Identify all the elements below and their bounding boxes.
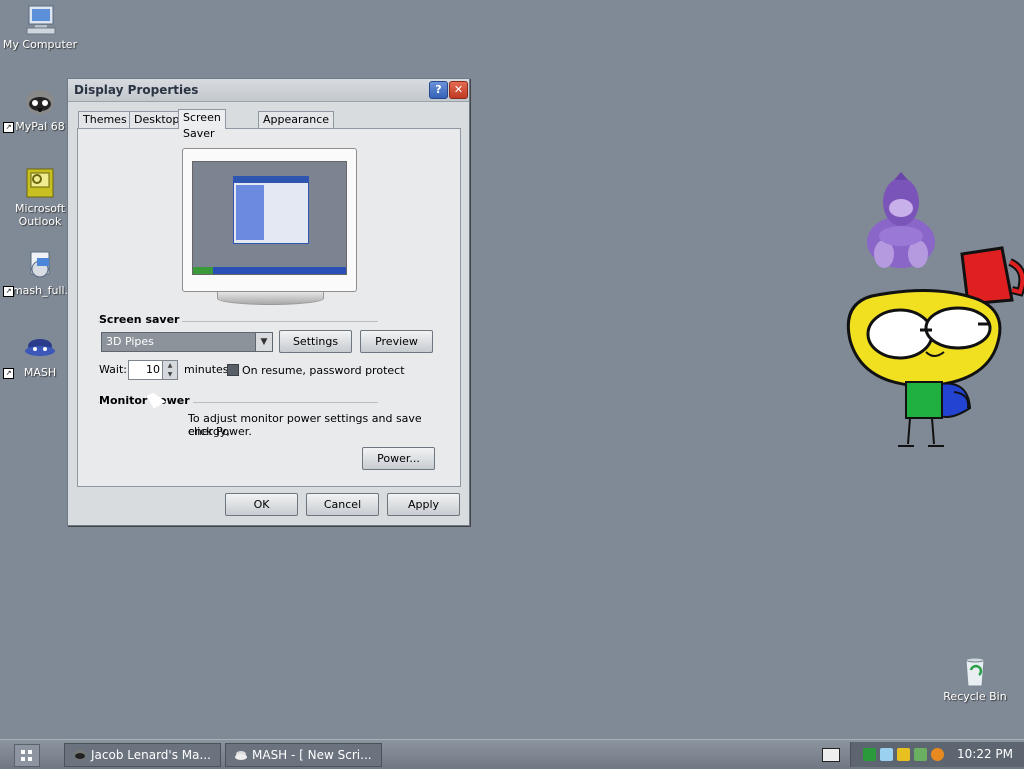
chevron-down-icon[interactable]: ▼ [255, 333, 272, 351]
keyboard-icon[interactable] [822, 748, 840, 762]
monitor-preview [182, 148, 357, 305]
wait-minutes-stepper[interactable]: 10 ▲ ▼ [128, 360, 178, 380]
tab-appearance[interactable]: Appearance [258, 111, 335, 128]
taskbar-item-label: Jacob Lenard's Ma... [91, 748, 211, 762]
desktop-icon-my-computer[interactable]: My Computer [1, 4, 79, 51]
screen-saver-selected-value: 3D Pipes [106, 335, 154, 348]
tray-update-icon[interactable] [914, 748, 927, 761]
monitor-power-description: click Power. [188, 425, 252, 438]
power-button[interactable]: Power... [362, 447, 435, 470]
wait-minutes-value: 10 [146, 363, 160, 376]
shortcut-arrow-icon: ↗ [3, 368, 14, 379]
wait-label: Wait: [99, 363, 127, 376]
display-properties-window: Display Properties ? ✕ Themes Desktop Sc… [67, 78, 470, 526]
help-button[interactable]: ? [429, 81, 448, 99]
installer-icon [30, 251, 50, 278]
taskbar: Jacob Lenard's Ma... MASH - [ New Scri..… [0, 739, 1024, 769]
mypal-raccoon-icon [74, 750, 86, 760]
minutes-label: minutes [184, 363, 229, 376]
cancel-button[interactable]: Cancel [306, 493, 379, 516]
preview-start-button [193, 267, 213, 274]
stepper-arrows-icon[interactable]: ▲ ▼ [162, 361, 177, 379]
outlook-icon [26, 168, 54, 198]
window-title: Display Properties [74, 83, 199, 97]
preview-button[interactable]: Preview [360, 330, 433, 353]
preview-taskbar [193, 267, 346, 274]
tray-app-icon[interactable] [863, 748, 876, 761]
taskbar-item-label: MASH - [ New Scri... [252, 748, 372, 762]
password-protect-label: On resume, password protect [242, 364, 405, 377]
recycle-bin-icon [965, 657, 985, 687]
tab-desktop[interactable]: Desktop [129, 111, 185, 128]
tab-screen-saver[interactable]: Screen Saver [178, 109, 226, 140]
system-tray: 10:22 PM [850, 742, 1024, 767]
shortcut-arrow-icon: ↗ [3, 122, 14, 133]
taskbar-item-mash[interactable]: MASH - [ New Scri... [225, 743, 382, 767]
computer-icon [26, 5, 56, 35]
password-protect-checkbox[interactable] [227, 364, 239, 376]
desktop-icon-label: My Computer [2, 38, 78, 51]
shield-icon[interactable] [897, 748, 910, 761]
mash-icon [235, 751, 247, 760]
preview-window-thumbnail [233, 176, 309, 244]
search-icon[interactable] [931, 748, 944, 761]
start-grid-icon [21, 750, 32, 761]
mash-icon [25, 339, 55, 356]
monitor-screen [192, 161, 347, 275]
screen-saver-select[interactable]: 3D Pipes ▼ [101, 332, 273, 352]
title-bar[interactable]: Display Properties ? ✕ [68, 79, 469, 102]
ok-button[interactable]: OK [225, 493, 298, 516]
screen-saver-group-label: Screen saver [99, 313, 183, 326]
shortcut-arrow-icon: ↗ [3, 286, 14, 297]
taskbar-item-mypal[interactable]: Jacob Lenard's Ma... [64, 743, 221, 767]
monitor-stand [217, 292, 324, 305]
tab-themes[interactable]: Themes [78, 111, 132, 128]
settings-button[interactable]: Settings [279, 330, 352, 353]
desktop-icon-label: Recycle Bin [943, 690, 1007, 703]
clock[interactable]: 10:22 PM [957, 747, 1013, 761]
mypal-raccoon-icon [26, 90, 54, 114]
apply-button[interactable]: Apply [387, 493, 460, 516]
screen-saver-panel: Screen saver 3D Pipes ▼ Settings Preview… [77, 128, 461, 487]
tray-network-icon[interactable] [880, 748, 893, 761]
desktop-icon-recycle-bin[interactable]: Recycle Bin [936, 656, 1014, 703]
close-button[interactable]: ✕ [449, 81, 468, 99]
cartoon-mug-character [846, 246, 1024, 447]
monitor-power-group-label: Monitor power [99, 394, 193, 407]
start-button[interactable] [14, 744, 40, 767]
